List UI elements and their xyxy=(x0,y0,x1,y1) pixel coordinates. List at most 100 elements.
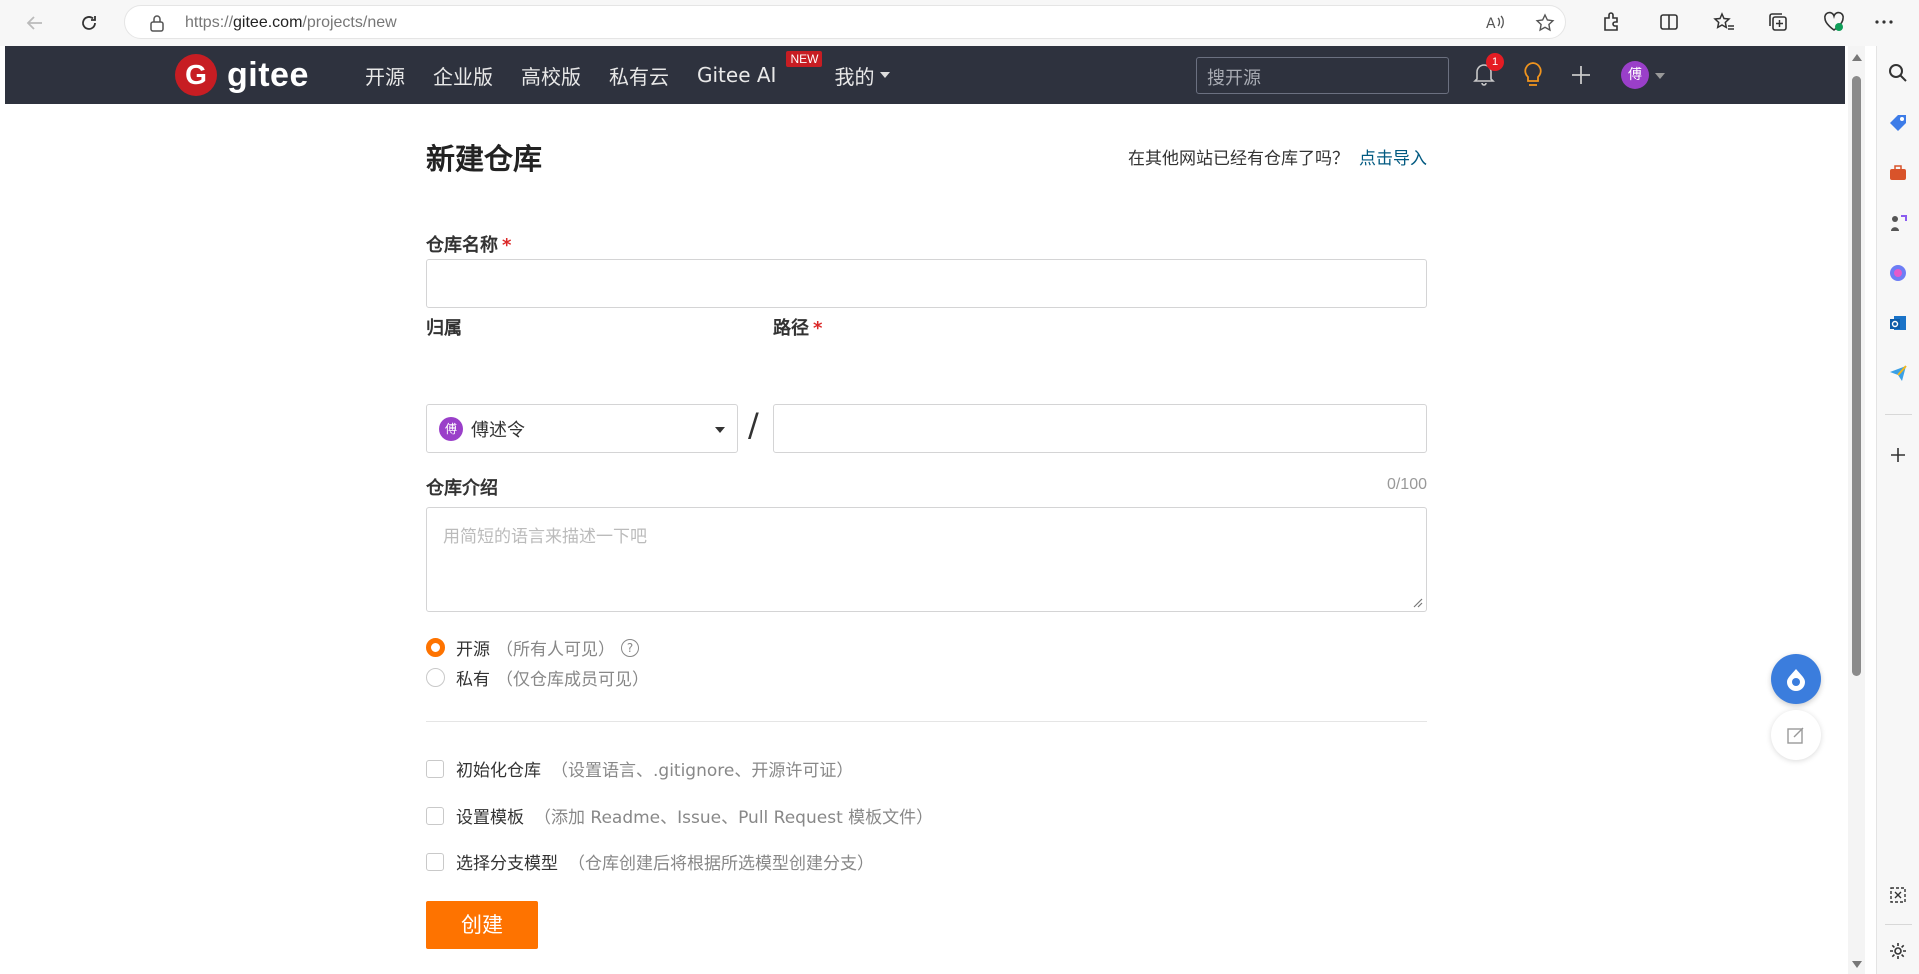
path-label: 路径 * xyxy=(773,314,822,340)
gitee-header: G gitee 开源 企业版 高校版 私有云 Gitee AI NEW 我的 搜… xyxy=(5,46,1845,104)
nav-enterprise[interactable]: 企业版 xyxy=(433,61,493,90)
chevron-down-icon xyxy=(880,72,891,78)
owner-name: 傅述令 xyxy=(471,419,525,441)
refresh-icon[interactable] xyxy=(74,8,104,38)
help-icon[interactable]: ? xyxy=(621,638,639,657)
import-question: 在其他网站已经有仓库了吗？ xyxy=(1128,149,1349,169)
page-scrollbar[interactable] xyxy=(1848,46,1865,974)
nav-education[interactable]: 高校版 xyxy=(521,61,581,90)
nav-gitee-ai[interactable]: Gitee AI NEW xyxy=(697,51,823,87)
header-search-input[interactable]: 搜开源 xyxy=(1196,57,1449,94)
checkbox-init-repo[interactable] xyxy=(426,759,444,778)
section-divider xyxy=(426,721,1427,722)
split-screen-icon[interactable] xyxy=(1657,10,1681,34)
option-init-repo[interactable]: 初始化仓库 （设置语言、.gitignore、开源许可证） xyxy=(426,756,853,781)
gitee-logo[interactable]: G gitee xyxy=(175,54,309,96)
option-template[interactable]: 设置模板 （添加 Readme、Issue、Pull Request 模板文件） xyxy=(426,803,933,828)
required-mark: * xyxy=(813,318,823,339)
nav-mine[interactable]: 我的 xyxy=(834,61,891,90)
lightbulb-icon[interactable] xyxy=(1522,61,1544,89)
collections-icon[interactable] xyxy=(1766,10,1790,34)
template-label: 设置模板 xyxy=(456,808,524,828)
new-badge: NEW xyxy=(786,51,823,67)
branch-model-label: 选择分支模型 xyxy=(456,854,558,874)
screenshot-icon[interactable] xyxy=(1887,884,1909,906)
checkbox-branch-model[interactable] xyxy=(426,852,444,871)
scroll-down-arrow-icon[interactable] xyxy=(1852,961,1862,968)
radio-public-label: 开源 xyxy=(456,640,490,660)
owner-avatar: 傅 xyxy=(439,416,463,441)
extensions-icon[interactable] xyxy=(1600,10,1624,34)
repo-name-label: 仓库名称 * xyxy=(426,231,511,257)
svg-text:A: A xyxy=(1486,16,1496,32)
notification-count-badge: 1 xyxy=(1486,53,1504,71)
path-label-text: 路径 xyxy=(773,318,809,339)
radio-private-hint: （仅仓库成员可见） xyxy=(496,670,649,690)
nav-gitee-ai-label: Gitee AI xyxy=(697,63,777,87)
scroll-up-arrow-icon[interactable] xyxy=(1852,54,1862,61)
radio-private[interactable] xyxy=(426,668,445,687)
chevron-down-icon[interactable] xyxy=(1655,73,1665,79)
scrollbar-thumb[interactable] xyxy=(1852,76,1861,676)
import-link[interactable]: 点击导入 xyxy=(1359,149,1427,169)
nav-mine-label: 我的 xyxy=(834,64,875,89)
visibility-private-option[interactable]: 私有 （仅仓库成员可见） xyxy=(426,665,649,690)
edit-icon xyxy=(1785,724,1807,746)
owner-select[interactable]: 傅 傅述令 xyxy=(426,404,738,453)
branch-model-hint: （仓库创建后将根据所选模型创建分支） xyxy=(568,854,874,874)
address-bar[interactable]: https://gitee.com/projects/new A xyxy=(124,5,1566,39)
nav-private-cloud[interactable]: 私有云 xyxy=(609,61,669,90)
template-hint: （添加 Readme、Issue、Pull Request 模板文件） xyxy=(534,808,934,828)
sidebar-divider xyxy=(1885,414,1912,415)
radio-public-hint: （所有人可见） xyxy=(496,640,615,660)
main-nav: 开源 企业版 高校版 私有云 Gitee AI NEW 我的 xyxy=(365,46,918,104)
add-icon[interactable] xyxy=(1887,444,1909,466)
repo-name-label-text: 仓库名称 xyxy=(426,235,498,256)
page-title: 新建仓库 xyxy=(426,142,543,176)
radio-public[interactable] xyxy=(426,638,445,657)
send-icon[interactable] xyxy=(1887,362,1909,384)
user-avatar[interactable]: 傅 xyxy=(1621,61,1649,89)
init-repo-hint: （设置语言、.gitignore、开源许可证） xyxy=(551,761,854,781)
checkbox-template[interactable] xyxy=(426,806,444,825)
plus-icon[interactable] xyxy=(1570,64,1592,86)
create-button[interactable]: 创建 xyxy=(426,901,538,949)
search-icon[interactable] xyxy=(1887,62,1909,84)
url-text: https://gitee.com/projects/new xyxy=(185,14,397,31)
nav-open-source[interactable]: 开源 xyxy=(365,61,405,90)
favorites-icon[interactable] xyxy=(1712,10,1736,34)
radio-private-label: 私有 xyxy=(456,670,490,690)
description-textarea[interactable]: 用简短的语言来描述一下吧 xyxy=(426,507,1427,612)
resize-grip-icon[interactable] xyxy=(1413,598,1423,608)
import-prompt: 在其他网站已经有仓库了吗？ 点击导入 xyxy=(1128,144,1427,169)
back-icon[interactable] xyxy=(20,8,50,38)
feedback-float-button[interactable] xyxy=(1771,710,1821,760)
logo-text: gitee xyxy=(227,55,309,94)
copilot-icon[interactable] xyxy=(1887,262,1909,284)
browser-essentials-icon[interactable] xyxy=(1822,10,1846,34)
more-menu-icon[interactable] xyxy=(1872,10,1896,34)
option-branch-model[interactable]: 选择分支模型 （仓库创建后将根据所选模型创建分支） xyxy=(426,849,874,874)
path-separator: / xyxy=(748,406,759,444)
chevron-down-icon xyxy=(715,427,725,433)
read-aloud-icon[interactable]: A xyxy=(1485,13,1505,33)
logo-badge: G xyxy=(175,54,217,96)
path-input[interactable] xyxy=(773,404,1427,453)
outlook-icon[interactable] xyxy=(1887,312,1909,334)
visibility-public-option[interactable]: 开源 （所有人可见） ? xyxy=(426,635,639,660)
toolbox-icon[interactable] xyxy=(1887,162,1909,184)
favorite-star-icon[interactable] xyxy=(1535,13,1555,33)
page-viewport: G gitee 开源 企业版 高校版 私有云 Gitee AI NEW 我的 搜… xyxy=(5,46,1845,974)
assistant-float-button[interactable] xyxy=(1771,654,1821,704)
description-counter: 0/100 xyxy=(1386,476,1427,493)
sidebar-divider xyxy=(1885,924,1912,925)
description-label: 仓库介绍 xyxy=(426,478,498,499)
shopping-tag-icon[interactable] xyxy=(1887,112,1909,134)
owner-label: 归属 xyxy=(426,318,462,339)
browser-toolbar: https://gitee.com/projects/new A xyxy=(0,0,1919,46)
repo-name-input[interactable] xyxy=(426,259,1427,308)
assistant-icon xyxy=(1782,665,1810,693)
settings-gear-icon[interactable] xyxy=(1887,940,1909,962)
games-icon[interactable] xyxy=(1887,212,1909,234)
lock-icon xyxy=(149,14,165,32)
